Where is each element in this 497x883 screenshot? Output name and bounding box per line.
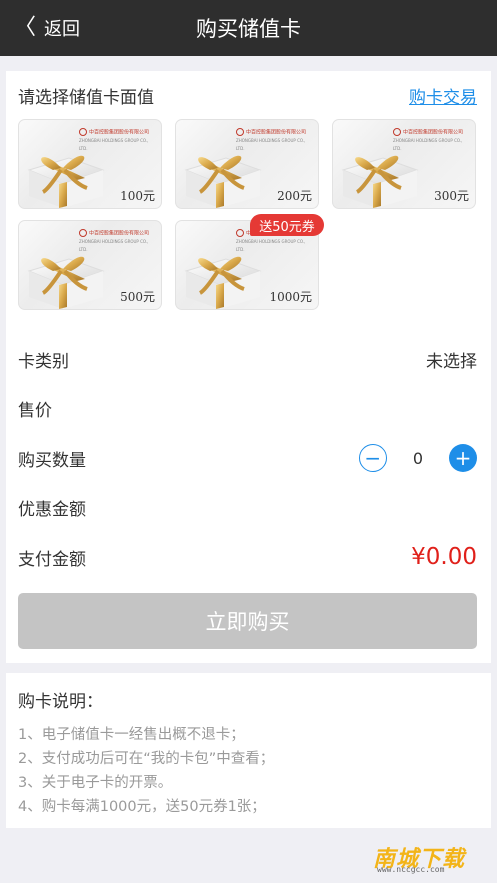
notes-list: 1、电子储值卡一经售出概不退卡； 2、支付成功后可在“我的卡包”中查看； 3、关… — [18, 723, 274, 819]
company-logo-icon — [236, 128, 244, 136]
company-logo-icon — [393, 128, 401, 136]
price-row: 售价 — [18, 394, 477, 422]
company-logo-icon — [79, 128, 87, 136]
quantity-label: 购买数量 — [18, 450, 86, 471]
quantity-stepper: − 0 + — [358, 444, 477, 472]
card-amount: 500元 — [120, 290, 155, 304]
card-type-value: 未选择 — [426, 351, 477, 372]
gift-card-option[interactable]: 中百控股集团股份有限公司ZHONGBAI HOLDINGS GROUP CO.,… — [18, 119, 162, 209]
card-amount: 1000元 — [269, 290, 312, 304]
back-label: 返回 — [44, 19, 81, 40]
gift-box-icon — [23, 140, 109, 208]
gift-box-icon — [180, 140, 266, 208]
note-item: 3、关于电子卡的开票。 — [18, 775, 173, 791]
card-amount: 300元 — [434, 189, 469, 203]
pay-row: 支付金额 ¥0.00 — [18, 543, 477, 571]
company-logo-icon — [79, 229, 87, 237]
gift-card-option[interactable]: 中百控股集团股份有限公司ZHONGBAI HOLDINGS GROUP CO.,… — [18, 220, 162, 310]
note-item: 2、支付成功后可在“我的卡包”中查看； — [18, 751, 275, 767]
notes-title: 购卡说明： — [18, 692, 103, 712]
card-trade-link[interactable]: 购卡交易 — [409, 83, 477, 108]
card-amount: 100元 — [120, 189, 155, 203]
card-type-label: 卡类别 — [18, 351, 69, 372]
section-header: 请选择储值卡面值 购卡交易 — [18, 83, 477, 108]
gift-box-icon — [180, 241, 266, 309]
card-company-name: 中百控股集团股份有限公司 — [403, 129, 464, 136]
card-amount: 200元 — [277, 189, 312, 203]
buy-now-button[interactable]: 立即购买 — [18, 593, 477, 649]
card-company-name: 中百控股集团股份有限公司 — [89, 230, 150, 237]
card-selection-panel: 请选择储值卡面值 购卡交易 中百控股集团股份有限公司 ZHONGBAI HOLDI… — [6, 71, 491, 663]
card-type-row[interactable]: 卡类别 未选择 — [18, 345, 477, 373]
purchase-notes-panel: 购卡说明： 1、电子储值卡一经售出概不退卡； 2、支付成功后可在“我的卡包”中查… — [6, 673, 491, 828]
plus-button[interactable]: + — [449, 444, 477, 472]
discount-label: 优惠金额 — [18, 499, 86, 520]
watermark-url: www.nccgcc.com — [377, 865, 445, 874]
gift-card-option[interactable]: 中百控股集团股份有限公司ZHONGBAI HOLDINGS GROUP CO.,… — [332, 119, 476, 209]
gift-box-icon — [337, 140, 423, 208]
gift-box-icon — [23, 241, 109, 309]
nav-bar: 〈 返回 购买储值卡 — [0, 0, 497, 56]
discount-row: 优惠金额 — [18, 493, 477, 521]
pay-amount: ¥0.00 — [411, 544, 477, 570]
card-company-name: 中百控股集团股份有限公司 — [246, 129, 307, 136]
note-item: 4、购卡每满1000元，送50元券1张； — [18, 799, 266, 815]
back-button[interactable]: 〈 返回 — [14, 0, 80, 56]
site-watermark: 南城下载 www.nccgcc.com — [373, 841, 485, 875]
card-company-name: 中百控股集团股份有限公司 — [89, 129, 150, 136]
note-item: 1、电子储值卡一经售出概不退卡； — [18, 727, 245, 743]
chevron-left-icon: 〈 — [14, 15, 37, 40]
company-logo-icon — [236, 229, 244, 237]
quantity-value: 0 — [412, 448, 423, 468]
quantity-row: 购买数量 − 0 + — [18, 444, 477, 472]
section-title: 请选择储值卡面值 — [18, 88, 154, 108]
gift-card-option[interactable]: 中百控股集团股份有限公司ZHONGBAI HOLDINGS GROUP CO.,… — [175, 119, 319, 209]
minus-button[interactable]: − — [358, 444, 387, 472]
pay-label: 支付金额 — [18, 549, 86, 570]
price-label: 售价 — [18, 400, 52, 421]
promo-badge: 送50元券 — [250, 214, 324, 236]
